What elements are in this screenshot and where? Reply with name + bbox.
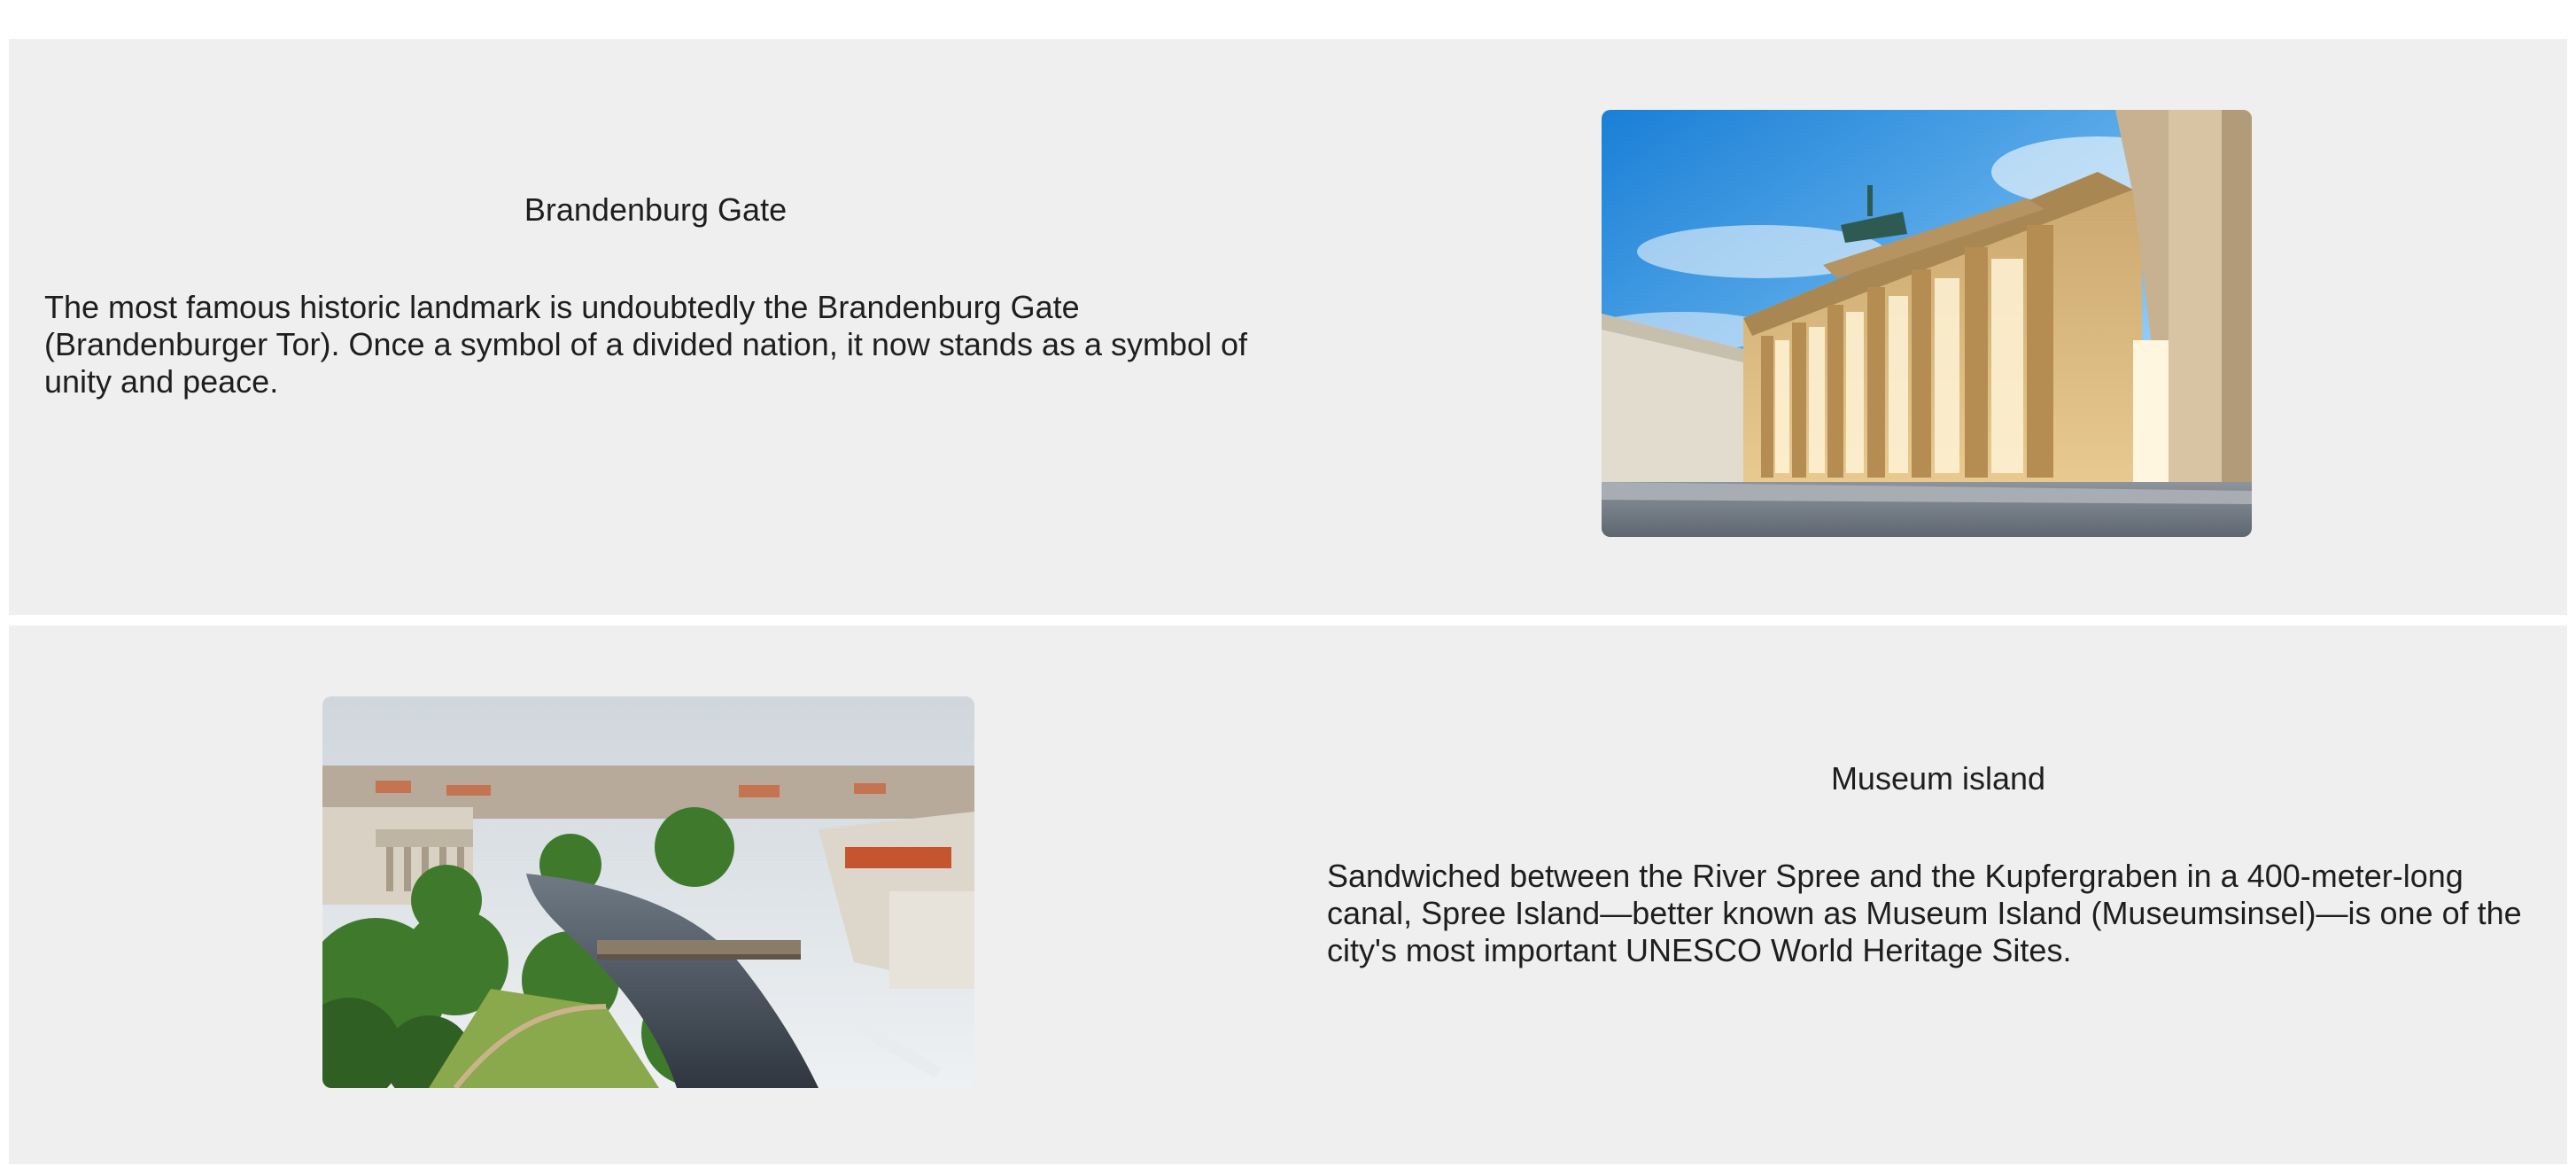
brandenburg-gate-photo bbox=[1602, 110, 2252, 537]
section-title: Brandenburg Gate bbox=[524, 191, 788, 228]
section-description: The most famous historic landmark is und… bbox=[44, 289, 1248, 400]
landmark-section-museum-island: Museum island Sandwiched between the Riv… bbox=[9, 626, 2567, 1164]
section-title: Museum island bbox=[1830, 760, 2046, 797]
landmark-section-brandenburg-gate: Brandenburg Gate The most famous histori… bbox=[9, 39, 2567, 615]
section-description: Sandwiched between the River Spree and t… bbox=[1327, 858, 2522, 968]
museum-island-photo bbox=[322, 696, 974, 1088]
